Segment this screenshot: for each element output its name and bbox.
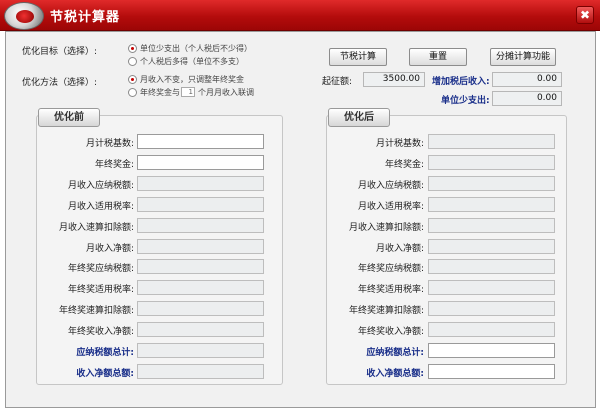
method-option-joint-prefix[interactable]: 年终奖金与 [140, 87, 180, 98]
target-radio-personal[interactable] [128, 57, 137, 66]
before-monthly-tax-base-field[interactable] [137, 134, 264, 149]
after-bonus-net-income-field [428, 322, 555, 338]
after-monthly-tax-base-label: 月计税基数: [375, 139, 424, 149]
before-monthly-tax-rate-field [137, 196, 264, 212]
title-bar: 节税计算器 ✖ [0, 0, 600, 31]
after-total-net-income-label: 收入净额总额: [366, 368, 424, 379]
after-total-tax-due-field[interactable] [428, 343, 555, 358]
calculate-button[interactable]: 节税计算 [329, 48, 387, 66]
after-total-net-income-field[interactable] [428, 363, 555, 379]
target-option-personal-label[interactable]: 个人税后多得（单位不多支） [140, 56, 244, 67]
before-annual-bonus-field[interactable] [137, 154, 264, 170]
unit-saving-label: 单位少支出: [441, 96, 490, 106]
close-icon[interactable]: ✖ [576, 6, 594, 24]
after-monthly-net-income-label: 月收入净额: [375, 243, 424, 254]
after-monthly-quick-deduction-field [428, 217, 555, 233]
unit-saving-field: 0.00 [492, 91, 562, 106]
before-monthly-net-income-label: 月收入净额: [85, 243, 134, 254]
after-monthly-tax-rate-field [428, 196, 555, 212]
threshold-field[interactable]: 3500.00 [363, 72, 425, 87]
after-bonus-net-income-label: 年终奖收入净额: [357, 327, 424, 338]
before-bonus-net-income-label: 年终奖收入净额: [67, 327, 134, 338]
after-monthly-tax-due-label: 月收入应纳税额: [357, 180, 424, 191]
before-bonus-quick-deduction-label: 年终奖速算扣除额: [58, 306, 134, 317]
tab-after: 优化后 [328, 108, 390, 127]
app-logo-icon [4, 2, 44, 30]
after-monthly-tax-base-field [428, 134, 555, 149]
before-monthly-tax-due-field [137, 175, 264, 191]
split-calc-button[interactable]: 分摊计算功能 [490, 48, 556, 66]
before-total-tax-due-field [137, 343, 264, 358]
tab-before: 优化前 [38, 108, 100, 127]
window-title: 节税计算器 [50, 10, 121, 25]
before-total-net-income-label: 收入净额总额: [76, 368, 134, 379]
before-monthly-tax-rate-label: 月收入适用税率: [67, 201, 134, 212]
after-total-tax-due-label: 应纳税额总计: [366, 348, 424, 358]
before-monthly-tax-base-label: 月计税基数: [85, 139, 134, 149]
added-income-label: 增加税后收入: [432, 77, 490, 87]
method-radio-joint[interactable] [128, 88, 137, 97]
after-annual-bonus-field [428, 154, 555, 170]
after-bonus-tax-rate-field [428, 280, 555, 296]
before-annual-bonus-label: 年终奖金: [94, 159, 134, 170]
month-count-stepper[interactable]: 1 [181, 87, 195, 97]
target-radio-unit[interactable] [128, 44, 137, 53]
method-option-bonus-label[interactable]: 月收入不变，只调整年终奖金 [140, 74, 244, 85]
before-bonus-tax-due-label: 年终奖应纳税额: [67, 264, 134, 275]
before-bonus-tax-rate-label: 年终奖适用税率: [67, 285, 134, 296]
reset-button[interactable]: 重置 [409, 48, 467, 66]
after-monthly-tax-rate-label: 月收入适用税率: [357, 201, 424, 212]
before-bonus-tax-rate-field [137, 280, 264, 296]
before-monthly-quick-deduction-label: 月收入速算扣除额: [58, 222, 134, 233]
method-radio-bonus[interactable] [128, 75, 137, 84]
before-bonus-tax-due-field [137, 259, 264, 275]
after-bonus-tax-rate-label: 年终奖适用税率: [357, 285, 424, 296]
before-monthly-tax-due-label: 月收入应纳税额: [67, 180, 134, 191]
added-income-field: 0.00 [492, 72, 562, 87]
after-monthly-quick-deduction-label: 月收入速算扣除额: [348, 222, 424, 233]
after-bonus-quick-deduction-label: 年终奖速算扣除额: [348, 306, 424, 317]
before-total-tax-due-label: 应纳税额总计: [76, 348, 134, 358]
before-monthly-quick-deduction-field [137, 217, 264, 233]
after-annual-bonus-label: 年终奖金: [384, 159, 424, 170]
target-label: 优化目标（选择）: [22, 47, 98, 57]
after-monthly-net-income-field [428, 238, 555, 254]
before-monthly-net-income-field [137, 238, 264, 254]
threshold-label: 起征额: [322, 77, 353, 87]
before-bonus-quick-deduction-field [137, 301, 264, 317]
method-label: 优化方法（选择）: [22, 78, 98, 88]
after-monthly-tax-due-field [428, 175, 555, 191]
before-total-net-income-field [137, 363, 264, 379]
target-option-unit-label[interactable]: 单位少支出（个人税后不少得） [140, 43, 252, 54]
after-bonus-tax-due-field [428, 259, 555, 275]
before-bonus-net-income-field [137, 322, 264, 338]
method-option-joint-suffix: 个月月收入联调 [198, 88, 254, 97]
after-bonus-quick-deduction-field [428, 301, 555, 317]
after-bonus-tax-due-label: 年终奖应纳税额: [357, 264, 424, 275]
